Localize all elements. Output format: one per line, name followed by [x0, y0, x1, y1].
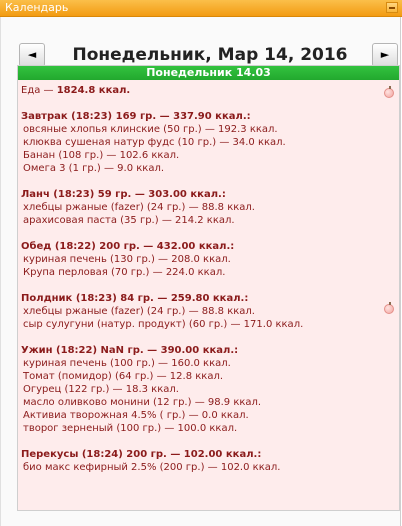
meal-supper: Ужин (18:22) NaN гр. — 390.00 ккал.: кур… — [21, 344, 391, 435]
total-value: 1824.8 ккал. — [56, 85, 131, 96]
meal-item[interactable]: арахисовая паста (35 гр.) — 214.2 ккал. — [21, 214, 391, 227]
meal-item[interactable]: Банан (108 гр.) — 102.6 ккал. — [21, 149, 391, 162]
meal-item[interactable]: хлебцы ржаные (fazer) (24 гр.) — 88.8 кк… — [21, 201, 391, 214]
meal-item[interactable]: овсяные хлопья клинские (50 гр.) — 192.3… — [21, 123, 391, 136]
meal-title[interactable]: Ланч (18:23) 59 гр. — 303.00 ккал.: — [21, 188, 391, 201]
date-title: Понедельник, Мар 14, 2016 — [72, 45, 348, 65]
total-label: Еда — — [21, 85, 57, 96]
meal-item[interactable]: Активиа творожная 4.5% ( гр.) — 0.0 ккал… — [21, 409, 391, 422]
meal-item[interactable]: масло оливково монини (12 гр.) — 98.9 кк… — [21, 396, 391, 409]
meal-item[interactable]: хлебцы ржаные (fazer) (24 гр.) — 88.8 кк… — [21, 305, 391, 318]
meal-afternoon-snack: Полдник (18:23) 84 гр. — 259.80 ккал.: х… — [21, 292, 391, 331]
meal-item[interactable]: куриная печень (100 гр.) — 160.0 ккал. — [21, 357, 391, 370]
meal-item[interactable]: творог зерненый (100 гр.) — 100.0 ккал. — [21, 422, 391, 435]
meal-item[interactable]: клюква сушеная натур фудс (10 гр.) — 34.… — [21, 136, 391, 149]
meal-item[interactable]: Омега 3 (1 гр.) — 9.0 ккал. — [21, 162, 391, 175]
meal-item[interactable]: Томат (помидор) (64 гр.) — 12.8 ккал. — [21, 370, 391, 383]
next-day-button[interactable]: ► — [372, 43, 398, 67]
day-entries: Еда — 1824.8 ккал. Завтрак (18:23) 169 г… — [21, 84, 391, 474]
meal-dinner: Обед (18:22) 200 гр. — 432.00 ккал.: кур… — [21, 240, 391, 279]
meal-item[interactable]: био макс кефирный 2.5% (200 гр.) — 102.0… — [21, 461, 391, 474]
meal-lunch: Ланч (18:23) 59 гр. — 303.00 ккал.: хлеб… — [21, 188, 391, 227]
meal-item[interactable]: Крупа перловая (70 гр.) — 224.0 ккал. — [21, 266, 391, 279]
meal-title[interactable]: Завтрак (18:23) 169 гр. — 337.90 ккал.: — [21, 110, 391, 123]
day-title-bar: Понедельник 14.03 — [18, 66, 399, 80]
meal-title[interactable]: Ужин (18:22) NaN гр. — 390.00 ккал.: — [21, 344, 391, 357]
meal-item[interactable]: куриная печень (130 гр.) — 208.0 ккал. — [21, 253, 391, 266]
header-title: Календарь — [5, 1, 69, 14]
meal-title[interactable]: Перекусы (18:24) 200 гр. — 102.00 ккал.: — [21, 448, 391, 461]
meal-snacks: Перекусы (18:24) 200 гр. — 102.00 ккал.:… — [21, 448, 391, 474]
collapse-icon[interactable] — [386, 2, 398, 13]
calendar-header: Календарь — [0, 0, 402, 17]
prev-day-button[interactable]: ◄ — [19, 43, 45, 67]
day-panel: Понедельник 14.03 Еда — 1824.8 ккал. Зав… — [17, 65, 400, 511]
meal-item[interactable]: сыр сулугуни (натур. продукт) (60 гр.) —… — [21, 318, 391, 331]
meal-breakfast: Завтрак (18:23) 169 гр. — 337.90 ккал.: … — [21, 110, 391, 175]
meal-title[interactable]: Обед (18:22) 200 гр. — 432.00 ккал.: — [21, 240, 391, 253]
total-calories: Еда — 1824.8 ккал. — [21, 84, 391, 97]
meal-title[interactable]: Полдник (18:23) 84 гр. — 259.80 ккал.: — [21, 292, 391, 305]
meal-item[interactable]: Огурец (122 гр.) — 18.3 ккал. — [21, 383, 391, 396]
